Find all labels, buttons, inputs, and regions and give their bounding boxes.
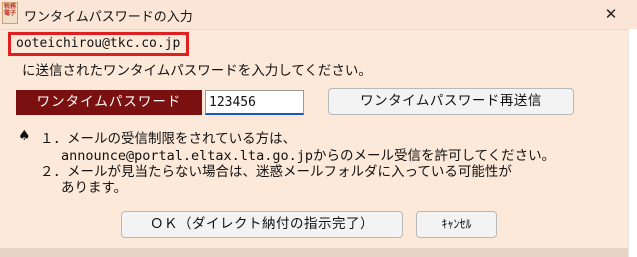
- email-address: ooteichirou@tkc.co.jp: [8, 32, 190, 56]
- app-logo-icon: 税務 電子: [2, 2, 18, 24]
- spade-bullet-icon: ♠: [18, 128, 31, 144]
- ok-button[interactable]: ＯＫ（ダイレクト納付の指示完了）: [121, 211, 403, 238]
- window-title: ワンタイムパスワードの入力: [24, 10, 193, 25]
- title-bar: 税務 電子 ワンタイムパスワードの入力 ✕: [0, 0, 637, 30]
- scrollbar[interactable]: [628, 29, 637, 257]
- resend-otp-button[interactable]: ワンタイムパスワード再送信: [328, 88, 574, 115]
- otp-input[interactable]: [205, 90, 304, 115]
- cancel-button[interactable]: ｷｬﾝｾﾙ: [416, 211, 497, 238]
- bottom-edge: [0, 248, 628, 257]
- instruction-text: に送信されたワンタイムパスワードを入力してください。: [22, 63, 372, 79]
- close-button[interactable]: ✕: [596, 2, 626, 26]
- otp-label: ワンタイムパスワード: [16, 90, 202, 115]
- note-line-4: あります。: [61, 180, 128, 196]
